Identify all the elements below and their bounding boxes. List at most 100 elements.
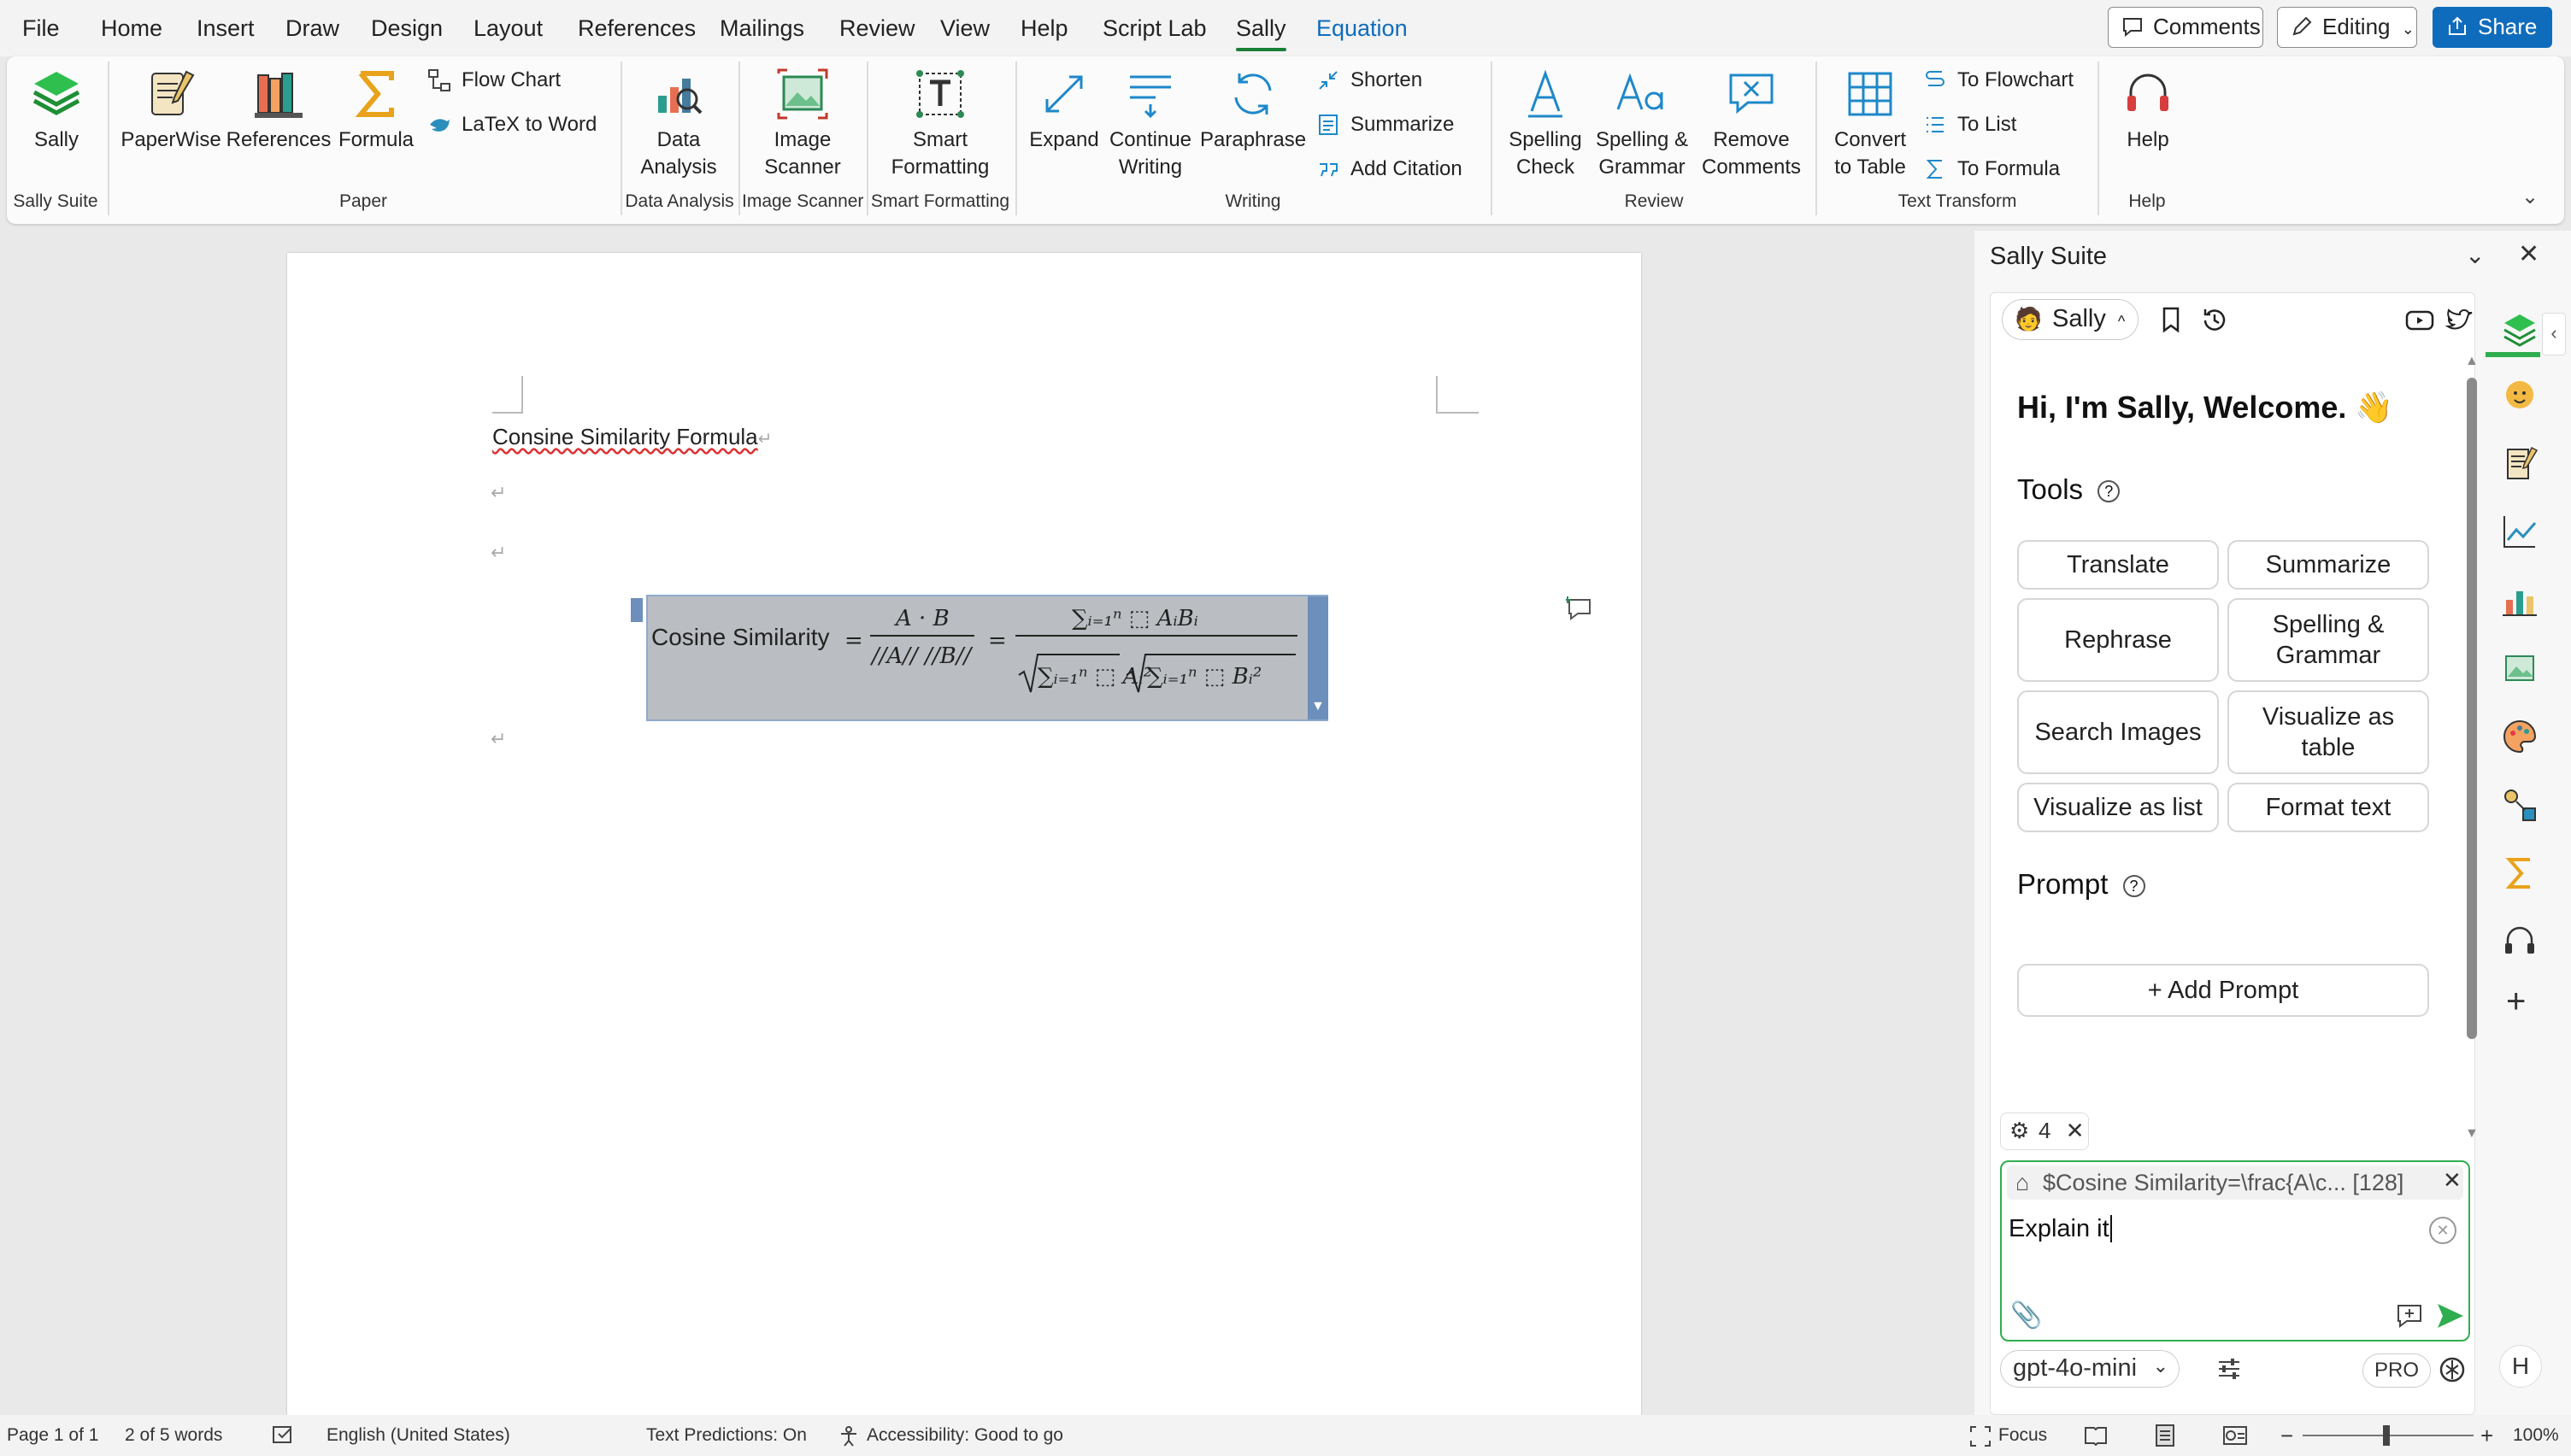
proofing-icon[interactable] (272, 1425, 296, 1446)
translate-button[interactable]: Translate (2017, 540, 2219, 590)
menu-view[interactable]: View (940, 0, 990, 56)
image-scanner-button[interactable]: Image Scanner (747, 65, 858, 181)
sally-layers-icon[interactable] (2499, 309, 2540, 350)
sally-button[interactable]: Sally (21, 65, 92, 154)
summarize-ribbon-button[interactable]: Summarize (1316, 109, 1454, 140)
document-heading[interactable]: Consine Similarity Formula↵ (492, 424, 772, 450)
comments-button[interactable]: Comments (2108, 7, 2263, 48)
zoom-level[interactable]: 100% (2513, 1415, 2559, 1456)
menu-equation[interactable]: Equation (1316, 0, 1408, 56)
menu-mailings[interactable]: Mailings (720, 0, 804, 56)
shapes-flow-icon[interactable] (2499, 784, 2540, 825)
youtube-icon[interactable] (2405, 309, 2434, 332)
close-icon[interactable]: ✕ (2518, 239, 2539, 269)
search-images-button[interactable]: Search Images (2017, 690, 2219, 774)
line-chart-icon[interactable] (2499, 511, 2540, 552)
to-flowchart-button[interactable]: To Flowchart (1923, 65, 2074, 96)
spelling-grammar-button[interactable]: Spelling & Grammar (2227, 598, 2429, 682)
data-analysis-button[interactable]: Data Analysis (627, 65, 730, 181)
attach-icon[interactable]: 📎 (2010, 1300, 2042, 1330)
spelling-grammar-ribbon-button[interactable]: Spelling & Grammar (1591, 65, 1692, 181)
rail-collapse-icon[interactable]: ‹ (2542, 313, 2566, 355)
context-chip[interactable]: ⌂ $Cosine Similarity=\frac{A\c... [128] (2007, 1165, 2463, 1200)
send-icon[interactable] (2436, 1302, 2465, 1330)
twitter-icon[interactable] (2445, 308, 2474, 333)
pane-options-icon[interactable]: ⌄ (2465, 241, 2485, 269)
spelling-check-button[interactable]: Spelling Check (1501, 65, 1590, 181)
share-button[interactable]: Share (2433, 7, 2552, 48)
menu-references[interactable]: References (578, 0, 696, 56)
menu-file[interactable]: File (22, 0, 60, 56)
menu-insert[interactable]: Insert (197, 0, 255, 56)
paperwise-button[interactable]: PaperWise (120, 65, 222, 154)
help-circle-icon[interactable]: ? (2097, 480, 2121, 503)
clear-input-icon[interactable]: ✕ (2429, 1217, 2456, 1244)
menu-layout[interactable]: Layout (474, 0, 543, 56)
web-layout-icon[interactable] (2222, 1425, 2248, 1446)
zoom-in-button[interactable]: + (2480, 1415, 2493, 1456)
visualize-list-button[interactable]: Visualize as list (2017, 783, 2219, 832)
help-button[interactable]: Help (2109, 65, 2186, 154)
history-icon[interactable] (2200, 306, 2229, 335)
menu-home[interactable]: Home (101, 0, 162, 56)
bar-chart-icon[interactable] (2499, 579, 2540, 620)
continue-writing-button[interactable]: Continue Writing (1103, 65, 1198, 181)
focus-button[interactable]: Focus (1969, 1415, 2047, 1456)
bookmark-icon[interactable] (2159, 306, 2183, 333)
sliders-icon[interactable] (2215, 1355, 2243, 1383)
zoom-slider-thumb[interactable] (2383, 1425, 2390, 1446)
menu-review[interactable]: Review (839, 0, 915, 56)
palette-icon[interactable] (2499, 716, 2540, 757)
menu-sally[interactable]: Sally (1236, 0, 1286, 56)
sally-tab-selector[interactable]: 🧑 Sally ^ (2002, 299, 2139, 340)
equation-box[interactable]: ▼ Cosine Similarity = A · B //A// //B// … (631, 595, 1328, 721)
image-scan-icon[interactable] (2499, 648, 2540, 689)
sigma-icon[interactable] (2499, 853, 2540, 894)
add-tool-icon[interactable]: + (2506, 983, 2526, 1021)
to-list-button[interactable]: To List (1923, 109, 2016, 140)
close-small-icon[interactable]: ✕ (2066, 1118, 2085, 1143)
formula-button[interactable]: Formula (335, 65, 417, 154)
document-page[interactable]: Consine Similarity Formula↵ ↵ ↵ ↵ (287, 253, 1641, 1415)
ribbon-collapse-icon[interactable]: ⌄ (2521, 185, 2539, 209)
remove-comments-button[interactable]: Remove Comments (1696, 65, 1807, 181)
visualize-table-button[interactable]: Visualize as table (2227, 690, 2429, 774)
to-formula-button[interactable]: To Formula (1923, 154, 2060, 185)
help-circle-icon[interactable]: ? (2122, 875, 2145, 898)
paraphrase-button[interactable]: Paraphrase (1200, 65, 1306, 154)
user-avatar[interactable]: H (2499, 1345, 2542, 1388)
page-count[interactable]: Page 1 of 1 (7, 1415, 98, 1456)
summarize-button[interactable]: Summarize (2227, 540, 2429, 590)
flow-chart-button[interactable]: Flow Chart (427, 65, 561, 96)
menu-help[interactable]: Help (1021, 0, 1068, 56)
paperwise-icon[interactable] (2499, 443, 2540, 484)
language-status[interactable]: English (United States) (327, 1415, 510, 1456)
menu-draw[interactable]: Draw (285, 0, 339, 56)
accessibility-status[interactable]: Accessibility: Good to go (838, 1415, 1063, 1456)
rephrase-button[interactable]: Rephrase (2017, 598, 2219, 682)
convert-to-table-button[interactable]: Convert to Table (1826, 65, 1915, 181)
openai-icon[interactable] (2438, 1355, 2467, 1384)
scrollbar-thumb[interactable] (2467, 378, 2477, 1039)
chat-input-box[interactable]: ⌂ $Cosine Similarity=\frac{A\c... [128] … (2000, 1160, 2470, 1342)
headset-icon[interactable] (2499, 921, 2540, 962)
format-text-button[interactable]: Format text (2227, 783, 2429, 832)
add-comment-icon[interactable] (1566, 595, 1595, 624)
smart-formatting-button[interactable]: Smart Formatting (875, 65, 1005, 181)
editing-button[interactable]: Editing ⌄ (2277, 7, 2417, 48)
model-selector[interactable]: gpt-4o-mini ⌄ (2000, 1350, 2180, 1388)
sally-face-icon[interactable] (2499, 374, 2540, 415)
scroll-down-arrow[interactable]: ▼ (2465, 1126, 2479, 1142)
chat-input-text[interactable]: Explain it (2009, 1215, 2112, 1243)
references-button[interactable]: References (226, 65, 332, 154)
expand-button[interactable]: Expand (1026, 65, 1103, 154)
menu-design[interactable]: Design (371, 0, 443, 56)
equation-handle[interactable] (631, 598, 643, 622)
read-mode-icon[interactable] (2084, 1425, 2108, 1446)
new-chat-icon[interactable] (2395, 1302, 2424, 1330)
menu-script-lab[interactable]: Script Lab (1103, 0, 1207, 56)
word-count[interactable]: 2 of 5 words (125, 1415, 222, 1456)
text-predictions-status[interactable]: Text Predictions: On (646, 1415, 807, 1456)
add-citation-button[interactable]: Add Citation (1316, 154, 1462, 185)
remove-context-icon[interactable]: ✕ (2443, 1167, 2462, 1194)
